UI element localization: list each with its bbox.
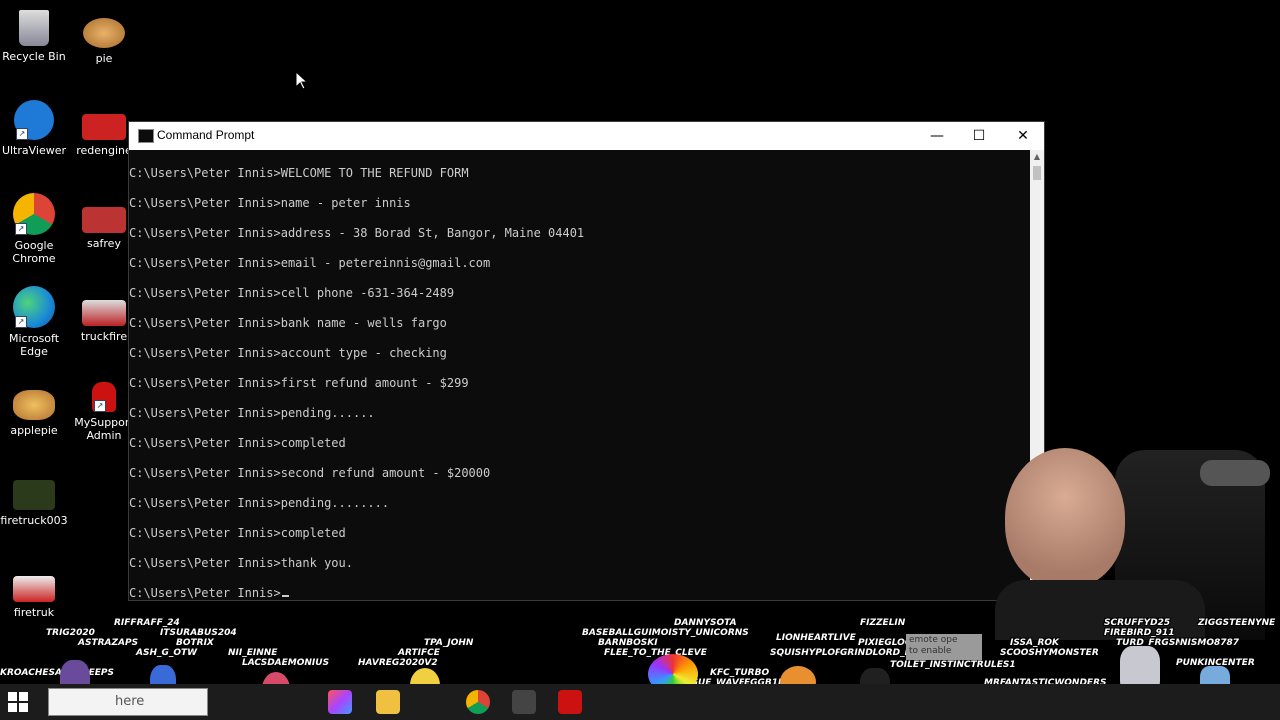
overlay-name: DANNYSOTA xyxy=(674,618,737,628)
overlay-name: KFC_TURBO xyxy=(710,668,770,678)
console-line: C:\Users\Peter Innis>account type - chec… xyxy=(129,346,447,360)
search-box-text: here xyxy=(115,694,145,709)
camera-icon[interactable] xyxy=(512,690,536,714)
overlay-name: FIZZELIN xyxy=(860,618,906,628)
window-titlebar[interactable]: Command Prompt — ☐ ✕ xyxy=(129,122,1044,150)
command-prompt-window[interactable]: Command Prompt — ☐ ✕ C:\Users\Peter Inni… xyxy=(128,121,1045,601)
overlay-name: BOTRIX xyxy=(176,638,214,648)
mouse-pointer-icon xyxy=(296,72,308,90)
desktop-icon-firetruck003[interactable]: firetruck003 xyxy=(0,480,70,527)
truck-image-icon xyxy=(13,576,55,602)
fire-engine-image-icon xyxy=(82,114,126,140)
desktop-icon-ultraviewer[interactable]: ↗ UltraViewer xyxy=(0,100,70,157)
desktop-icon-applepie[interactable]: applepie xyxy=(0,390,70,437)
desktop-icon-label: Microsoft Edge xyxy=(8,332,60,358)
console-line: C:\Users\Peter Innis>second refund amoun… xyxy=(129,466,491,480)
desktop-icon-google-chrome[interactable]: ↗ Google Chrome xyxy=(0,193,70,265)
edge-icon: ↗ xyxy=(13,286,55,328)
overlay-name: KROACHESARECREEPS xyxy=(0,668,114,678)
desktop-icon-label: UltraViewer xyxy=(1,144,67,157)
console-line: C:\Users\Peter Innis>address - 38 Borad … xyxy=(129,226,585,240)
scrollbar-thumb[interactable] xyxy=(1033,166,1041,180)
overlay-name: TRIG2020 xyxy=(46,628,95,638)
recycle-bin-icon xyxy=(19,10,49,46)
console-line: C:\Users\Peter Innis>name - peter innis xyxy=(129,196,411,210)
mysupport-taskbar-icon[interactable] xyxy=(558,690,582,714)
overlay-name: ASH_G_OTW xyxy=(136,648,198,658)
pie-image-icon xyxy=(83,18,125,48)
overlay-name: SQUISHYPLOPS xyxy=(770,648,849,658)
hand-icon: ↗ xyxy=(92,382,116,412)
ultraviewer-icon: ↗ xyxy=(14,100,54,140)
truck-image-icon xyxy=(82,207,126,233)
console-line: C:\Users\Peter Innis>bank name - wells f… xyxy=(129,316,447,330)
chrome-icon: ↗ xyxy=(13,193,55,235)
close-button[interactable]: ✕ xyxy=(1002,122,1044,150)
overlay-name: BARNBOSKI xyxy=(598,638,658,648)
desktop-icon-label: pie xyxy=(95,52,113,65)
desktop-icon-label: firetruck003 xyxy=(0,514,68,527)
console-line: C:\Users\Peter Innis>pending........ xyxy=(129,496,390,510)
taskbar-search-box[interactable]: here xyxy=(48,688,208,716)
overlay-name: ASTRAZAPS xyxy=(78,638,139,648)
overlay-name: TOILET_INSTINCTRULES1 xyxy=(890,660,1016,670)
overlay-name: TPA_JOHN xyxy=(424,638,474,648)
desktop-icon-recycle-bin[interactable]: Recycle Bin xyxy=(0,10,70,63)
copilot-icon[interactable] xyxy=(328,690,352,714)
console-line: C:\Users\Peter Innis>pending...... xyxy=(129,406,375,420)
truck-image-icon xyxy=(82,300,126,326)
overlay-name: SCRUFFYD25 xyxy=(1104,618,1171,628)
overlay-name: ARTIFCE xyxy=(398,648,440,658)
console-line: C:\Users\Peter Innis>first refund amount… xyxy=(129,376,469,390)
overlay-name: ITSURABUS204 xyxy=(160,628,237,638)
desktop-icon-microsoft-edge[interactable]: ↗ Microsoft Edge xyxy=(0,286,70,358)
desktop-icon-firetruk[interactable]: firetruk xyxy=(0,576,70,619)
webcam-overlay xyxy=(995,440,1280,640)
overlay-name: FIREBIRD_911 xyxy=(1104,628,1175,638)
overlay-name: NII_EINNE xyxy=(228,648,278,658)
console-line: C:\Users\Peter Innis>completed xyxy=(129,436,346,450)
console-line: C:\Users\Peter Innis>email - petereinnis… xyxy=(129,256,491,270)
desktop-icon-label: firetruk xyxy=(13,606,55,619)
folder-icon[interactable] xyxy=(376,690,400,714)
truck-image-icon xyxy=(13,480,55,510)
overlay-name: ZIGGSTEENYNE xyxy=(1198,618,1276,628)
desktop-icon-label: Google Chrome xyxy=(12,239,56,265)
scroll-up-arrow-icon[interactable]: ▲ xyxy=(1030,150,1044,164)
console-line: C:\Users\Peter Innis>completed xyxy=(129,526,346,540)
overlay-name: SCOOSHYMONSTER xyxy=(1000,648,1099,658)
text-cursor xyxy=(281,595,289,597)
console-line: C:\Users\Peter Innis>cell phone -631-364… xyxy=(129,286,455,300)
maximize-button[interactable]: ☐ xyxy=(958,122,1000,150)
chrome-taskbar-icon[interactable] xyxy=(466,690,490,714)
streamer-head xyxy=(1005,448,1125,588)
overlay-notice: emote ope to enable xyxy=(906,634,982,660)
desktop-icon-pie[interactable]: pie xyxy=(68,18,140,65)
window-title: Command Prompt xyxy=(157,128,255,142)
overlay-name: HAVREG2020V2 xyxy=(358,658,438,668)
overlay-name: LACSDAEMONIUS xyxy=(242,658,330,668)
pie-image-icon xyxy=(13,390,55,420)
windows-start-icon[interactable] xyxy=(8,692,28,712)
cmd-app-icon xyxy=(138,129,154,143)
minimize-button[interactable]: — xyxy=(916,122,958,150)
console-output[interactable]: C:\Users\Peter Innis>WELCOME TO THE REFU… xyxy=(129,150,1030,600)
overlay-name: FLEE_TO_THE_CLEVE xyxy=(604,648,707,658)
desktop-icon-label: applepie xyxy=(10,424,58,437)
taskbar: here xyxy=(0,684,1280,720)
desktop-icon-label: Recycle Bin xyxy=(2,50,66,63)
overlay-name: RIFFRAFF_24 xyxy=(114,618,180,628)
console-line: C:\Users\Peter Innis>thank you. xyxy=(129,556,353,570)
microphone xyxy=(1200,460,1270,486)
console-line: C:\Users\Peter Innis>WELCOME TO THE REFU… xyxy=(129,166,469,180)
overlay-name: ISSA_ROK xyxy=(1010,638,1060,648)
overlay-name: NISMO8787 xyxy=(1180,638,1240,648)
overlay-name: LIONHEARTLIVE xyxy=(776,633,856,643)
overlay-name: BASEBALLGUIMOISTY_UNICORNS xyxy=(582,628,749,638)
console-prompt: C:\Users\Peter Innis> xyxy=(129,586,281,600)
console-prompt-line[interactable]: C:\Users\Peter Innis> xyxy=(129,586,289,600)
